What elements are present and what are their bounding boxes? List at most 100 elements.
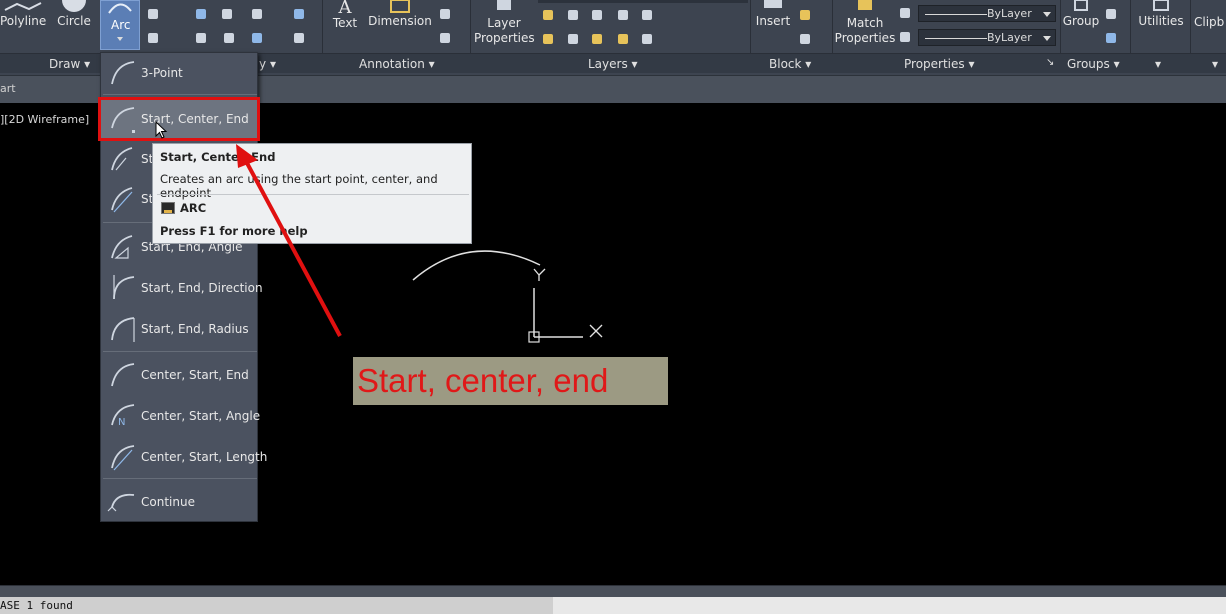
chevron-down-icon — [1043, 12, 1051, 17]
match-properties-button[interactable]: Match Properties — [834, 0, 896, 50]
clipboard-label: Clipb — [1194, 15, 1225, 29]
leader-icon[interactable] — [438, 7, 452, 21]
insert-button[interactable]: Insert — [752, 0, 794, 50]
panel-title-layers[interactable]: Layers ▾ — [588, 57, 638, 71]
panel-title-draw-label: Draw — [49, 57, 81, 71]
arc-start-end-angle-icon — [111, 235, 133, 259]
circle-button[interactable]: Circle — [52, 0, 96, 50]
chevron-down-icon — [1043, 36, 1051, 41]
panel-title-properties[interactable]: Properties ▾ — [904, 57, 975, 71]
crosshair-cursor — [528, 288, 583, 343]
explode-icon[interactable] — [292, 7, 306, 21]
layer-properties-button[interactable]: Layer Properties — [474, 0, 535, 50]
copy-icon[interactable] — [194, 31, 208, 45]
fillet-icon[interactable] — [250, 7, 264, 21]
layer-lock-icon[interactable] — [616, 8, 630, 22]
arc-continue-icon — [107, 493, 135, 512]
match-properties-label-2: Properties — [834, 31, 896, 45]
menu-item-label: 3-Point — [141, 66, 183, 80]
text-icon: A — [338, 0, 352, 18]
layer-off-icon[interactable] — [541, 8, 555, 22]
arc-dropdown-caret — [117, 37, 123, 41]
linetype-value: ByLayer — [987, 31, 1032, 44]
linetype-icon — [898, 30, 912, 44]
arc-start-center-length-icon — [111, 187, 133, 213]
layer-thaw-icon[interactable] — [616, 32, 630, 46]
circle-icon — [62, 0, 86, 12]
command-line-input[interactable] — [553, 597, 1226, 614]
edit-block-icon[interactable] — [798, 32, 812, 46]
table-icon[interactable] — [438, 31, 452, 45]
offset-icon[interactable] — [292, 31, 306, 45]
panel-title-block[interactable]: Block ▾ — [769, 57, 811, 71]
command-history-text: ASE 1 found — [0, 597, 553, 614]
group-select-icon[interactable] — [1104, 31, 1118, 45]
dimension-button[interactable]: Dimension — [368, 0, 432, 50]
menu-item-continue[interactable]: Continue — [101, 482, 257, 522]
panel-title-groups-label: Groups — [1067, 57, 1110, 71]
utilities-expand[interactable]: ▾ — [1155, 57, 1161, 71]
arc-button[interactable]: Arc — [100, 0, 140, 50]
polyline-button[interactable]: Polyline — [0, 0, 46, 50]
move-icon[interactable] — [146, 7, 160, 21]
mirror-icon[interactable] — [220, 7, 234, 21]
menu-item-label: Start, End, Direction — [141, 281, 263, 295]
menu-item-center-start-angle[interactable]: N Center, Start, Angle — [101, 396, 261, 436]
layer-isolate-icon[interactable] — [566, 8, 580, 22]
layer-unisolate-icon[interactable] — [590, 32, 604, 46]
text-button[interactable]: A Text — [328, 0, 362, 50]
lineweight-dropdown[interactable]: ByLayer — [918, 5, 1056, 22]
chevron-down-icon: ▾ — [631, 57, 638, 71]
trim-icon[interactable] — [194, 7, 208, 21]
arc-center-start-length-icon — [111, 445, 135, 471]
menu-item-3-point[interactable]: 3-Point — [101, 53, 257, 93]
panel-title-groups[interactable]: Groups ▾ — [1067, 57, 1120, 71]
text-label: Text — [332, 16, 358, 30]
properties-dialog-launcher[interactable]: ↘ — [1046, 57, 1054, 68]
panel-title-modify[interactable]: y ▾ — [259, 57, 276, 71]
file-tab[interactable]: art — [0, 82, 16, 95]
ungroup-icon[interactable] — [1104, 7, 1118, 21]
calculator-icon — [1153, 0, 1169, 11]
command-line-icon — [161, 202, 175, 214]
panel-title-properties-label: Properties — [904, 57, 965, 71]
dimension-icon — [390, 0, 410, 13]
chevron-down-icon: ▾ — [968, 57, 975, 71]
scale-icon[interactable] — [222, 31, 236, 45]
tooltip-command: ARC — [180, 201, 207, 215]
menu-separator — [103, 94, 257, 95]
chevron-down-icon: ▾ — [84, 57, 91, 71]
group-label: Group — [1062, 14, 1100, 28]
linetype-sample — [925, 38, 987, 39]
layer-dropdown[interactable] — [538, 0, 748, 3]
arc-start-end-radius-icon — [111, 317, 135, 342]
clipboard-button[interactable]: Clipb — [1194, 0, 1226, 50]
layer-state-icon[interactable] — [640, 8, 654, 22]
menu-item-center-start-end[interactable]: Center, Start, End — [101, 355, 257, 395]
array-icon[interactable] — [250, 31, 264, 45]
tooltip-divider — [157, 194, 469, 195]
tooltip-title: Start, Center, End — [160, 150, 276, 164]
arc-center-start-end-icon — [111, 363, 135, 387]
drawn-arc — [412, 250, 541, 281]
menu-item-label: Center, Start, Angle — [141, 409, 261, 423]
layer-unlock-icon[interactable] — [640, 32, 654, 46]
insert-icon — [764, 0, 782, 8]
layer-freeze-icon[interactable] — [590, 8, 604, 22]
create-block-icon[interactable] — [798, 8, 812, 22]
panel-title-annotation[interactable]: Annotation ▾ — [359, 57, 435, 71]
clipboard-expand[interactable]: ▾ — [1212, 57, 1218, 71]
rotate-icon[interactable] — [146, 31, 160, 45]
linetype-dropdown[interactable]: ByLayer — [918, 29, 1056, 46]
menu-separator — [103, 351, 257, 352]
layer-current-icon[interactable] — [541, 32, 555, 46]
menu-item-center-start-length[interactable]: Center, Start, Length — [101, 437, 267, 477]
utilities-button[interactable]: Utilities — [1134, 0, 1188, 50]
menu-item-start-end-radius[interactable]: Start, End, Radius — [101, 309, 257, 349]
arc-label: Arc — [111, 18, 131, 32]
menu-item-start-end-direction[interactable]: Start, End, Direction — [101, 268, 263, 308]
tooltip-help: Press F1 for more help — [160, 224, 308, 238]
panel-title-draw[interactable]: Draw ▾ — [49, 57, 90, 71]
layer-match-icon[interactable] — [566, 32, 580, 46]
group-button[interactable]: Group — [1062, 0, 1100, 50]
